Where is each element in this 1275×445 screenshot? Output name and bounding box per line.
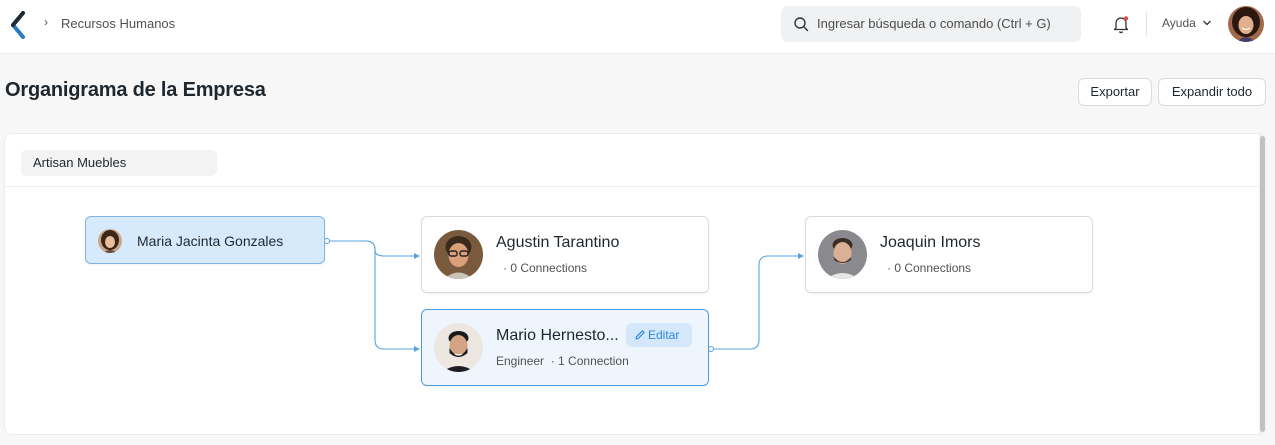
org-node-mario[interactable]: Mario Hernesto... Editar Engineer · 1 Co… xyxy=(421,309,709,386)
edit-label: Editar xyxy=(648,328,680,342)
scrollbar[interactable] xyxy=(1259,134,1266,434)
avatar xyxy=(434,323,483,372)
avatar xyxy=(434,230,483,279)
node-connections: · 1 Connection xyxy=(550,354,629,368)
chevron-right-icon: › xyxy=(44,15,48,29)
help-menu[interactable]: Ayuda xyxy=(1162,16,1196,30)
search-bar[interactable]: Ingresar búsqueda o comando (Ctrl + G) xyxy=(781,6,1081,42)
search-icon xyxy=(794,17,809,32)
node-connections: · 0 Connections xyxy=(887,261,972,275)
node-connections: · 0 Connections xyxy=(503,261,588,275)
org-node-joaquin[interactable]: Joaquin Imors · 0 Connections xyxy=(805,216,1093,293)
org-node-maria[interactable]: Maria Jacinta Gonzales xyxy=(85,216,325,264)
node-subtitle: Engineer · 1 Connection xyxy=(496,354,629,368)
node-name: Joaquin Imors xyxy=(880,234,981,251)
avatar xyxy=(98,229,122,253)
pencil-icon xyxy=(635,330,645,340)
card-divider xyxy=(5,186,1259,187)
org-node-agustin[interactable]: Agustin Tarantino · 0 Connections xyxy=(421,216,709,293)
user-avatar[interactable] xyxy=(1228,6,1264,42)
node-name: Maria Jacinta Gonzales xyxy=(137,233,284,249)
navbar: › Recursos Humanos Ingresar búsqueda o c… xyxy=(0,0,1275,54)
navbar-divider xyxy=(1146,12,1147,36)
search-input[interactable]: Ingresar búsqueda o comando (Ctrl + G) xyxy=(817,16,1051,31)
edit-button[interactable]: Editar xyxy=(626,323,692,347)
node-designation: Engineer xyxy=(496,354,545,368)
app-logo-icon[interactable] xyxy=(10,11,26,39)
export-button[interactable]: Exportar xyxy=(1078,78,1152,106)
breadcrumb-recursos-humanos[interactable]: Recursos Humanos xyxy=(61,16,175,31)
avatar xyxy=(818,230,867,279)
chevron-down-icon[interactable] xyxy=(1202,18,1212,28)
company-select[interactable]: Artisan Muebles xyxy=(21,150,217,176)
node-name: Mario Hernesto... xyxy=(496,327,619,344)
page-title: Organigrama de la Empresa xyxy=(5,79,266,101)
bell-icon[interactable] xyxy=(1111,14,1131,34)
expand-all-button[interactable]: Expandir todo xyxy=(1158,78,1266,106)
node-name: Agustin Tarantino xyxy=(496,234,620,251)
scrollbar-thumb[interactable] xyxy=(1260,136,1265,432)
